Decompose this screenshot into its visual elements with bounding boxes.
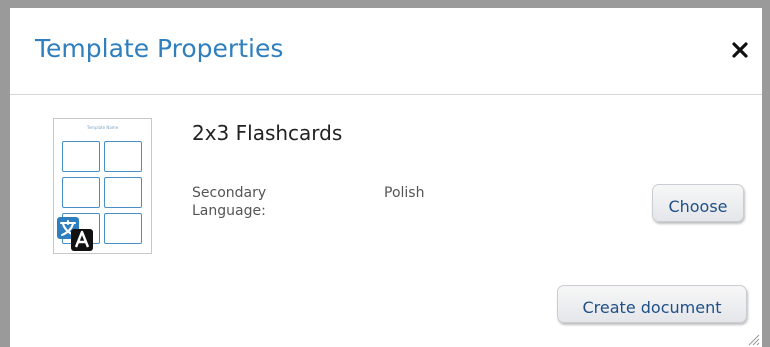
thumbnail-card [62, 177, 100, 208]
create-document-button[interactable]: Create document [557, 285, 747, 323]
dialog-title: Template Properties [35, 34, 284, 63]
thumbnail-card [62, 141, 100, 172]
template-properties-dialog: Template Properties Template Name 2x3 Fl… [10, 8, 762, 347]
thumbnail-caption: Template Name [86, 125, 119, 130]
dialog-header: Template Properties [10, 8, 762, 95]
secondary-language-label: Secondary Language: [192, 185, 267, 219]
choose-button[interactable]: Choose [652, 184, 744, 222]
template-name: 2x3 Flashcards [192, 121, 343, 145]
translate-icon [56, 215, 96, 253]
template-thumbnail: Template Name [53, 118, 152, 254]
resize-handle[interactable] [746, 331, 760, 346]
thumbnail-card [104, 177, 142, 208]
thumbnail-card [104, 213, 142, 244]
secondary-language-value: Polish [384, 185, 425, 201]
thumbnail-card [104, 141, 142, 172]
close-icon[interactable] [730, 40, 750, 60]
